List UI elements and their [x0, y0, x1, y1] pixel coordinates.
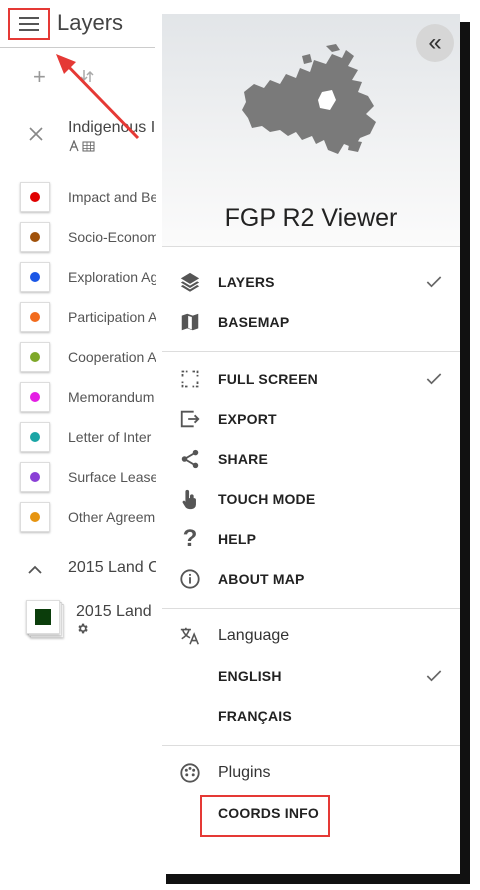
help-icon: ? [182, 525, 198, 552]
language-header: Language [162, 616, 460, 656]
annotation-arrow [56, 54, 140, 140]
touch-icon [178, 487, 202, 511]
layers-icon [178, 270, 202, 294]
menu-item-english[interactable]: ENGLISH [162, 656, 460, 696]
plugin-icon [178, 761, 202, 785]
gear-icon[interactable] [76, 622, 89, 640]
menu-item-help[interactable]: ? HELP [162, 519, 460, 559]
menu-item-basemap[interactable]: BASEMAP [162, 302, 460, 342]
double-chevron-left-icon: « [428, 29, 442, 56]
remove-layer-icon[interactable] [28, 126, 44, 147]
legend-swatch [20, 462, 50, 492]
legend-label: Letter of Inter [68, 429, 152, 445]
legend-label: Participation A [68, 309, 156, 325]
legend-swatch [20, 262, 50, 292]
fullscreen-icon [178, 367, 202, 391]
drawer-header: FGP R2 Viewer « [162, 14, 460, 246]
menu-item-label: HELP [218, 531, 257, 547]
menu-item-label: BASEMAP [218, 314, 290, 330]
menu-item-label: TOUCH MODE [218, 491, 316, 507]
title-divider [0, 47, 155, 48]
legend-swatch [20, 302, 50, 332]
legend-label: Exploration Ag [68, 269, 156, 285]
legend-swatch [20, 182, 50, 212]
map-icon [178, 310, 202, 334]
divider [162, 608, 460, 609]
export-icon [178, 407, 202, 431]
canada-map-icon [242, 44, 376, 154]
menu-item-fullscreen[interactable]: FULL SCREEN [162, 359, 460, 399]
chevron-up-icon[interactable] [28, 562, 42, 580]
menu-item-about[interactable]: ABOUT MAP [162, 559, 460, 599]
menu-item-label: LAYERS [218, 274, 275, 290]
legend-swatch [20, 422, 50, 452]
menu-item-label: EXPORT [218, 411, 277, 427]
check-icon [426, 670, 442, 682]
legend-label: Surface Lease [68, 469, 156, 485]
legend-swatch [20, 382, 50, 412]
menu-item-label: ENGLISH [218, 668, 282, 684]
check-icon [426, 373, 442, 385]
land-group-title[interactable]: 2015 Land C [68, 559, 156, 577]
coords-info-highlight [200, 795, 330, 837]
plugins-label: Plugins [218, 764, 271, 781]
menu-item-share[interactable]: SHARE [162, 439, 460, 479]
add-layer-icon[interactable]: + [33, 64, 46, 90]
check-icon [426, 276, 442, 288]
divider [162, 351, 460, 352]
plugins-header: Plugins [162, 753, 460, 793]
land-layer-thumbnail [26, 600, 64, 638]
menu-item-export[interactable]: EXPORT [162, 399, 460, 439]
legend-label: Memorandum [68, 389, 155, 405]
legend-label: Other Agreem [68, 509, 156, 525]
menu-item-label: FRANÇAIS [218, 708, 292, 724]
menu-item-french[interactable]: FRANÇAIS [162, 696, 460, 736]
menu-item-label: SHARE [218, 451, 269, 467]
menu-item-layers[interactable]: LAYERS [162, 262, 460, 302]
legend-label: Cooperation A [68, 349, 156, 365]
menu-item-label: FULL SCREEN [218, 371, 318, 387]
info-icon [178, 567, 202, 591]
land-layer-title[interactable]: 2015 Land [76, 603, 152, 621]
legend-label: Socio-Econom [68, 229, 156, 245]
menu-item-touch-mode[interactable]: TOUCH MODE [162, 479, 460, 519]
menu-icon [19, 17, 39, 31]
collapse-drawer-button[interactable]: « [416, 24, 454, 62]
legend-swatch [20, 342, 50, 372]
legend-swatch [20, 222, 50, 252]
hamburger-menu-button[interactable] [8, 8, 50, 40]
share-icon [178, 447, 202, 471]
menu-item-label: ABOUT MAP [218, 571, 305, 587]
viewer-title: FGP R2 Viewer [224, 204, 398, 232]
side-menu-drawer: FGP R2 Viewer « LAYERS BASEMAP FULL SCRE… [162, 14, 460, 874]
legend-label: Impact and Be [68, 189, 156, 205]
translate-icon [178, 624, 202, 648]
language-label: Language [218, 627, 290, 644]
legend-swatch [20, 502, 50, 532]
divider [162, 745, 460, 746]
panel-title: Layers [57, 10, 124, 35]
divider [162, 246, 460, 247]
